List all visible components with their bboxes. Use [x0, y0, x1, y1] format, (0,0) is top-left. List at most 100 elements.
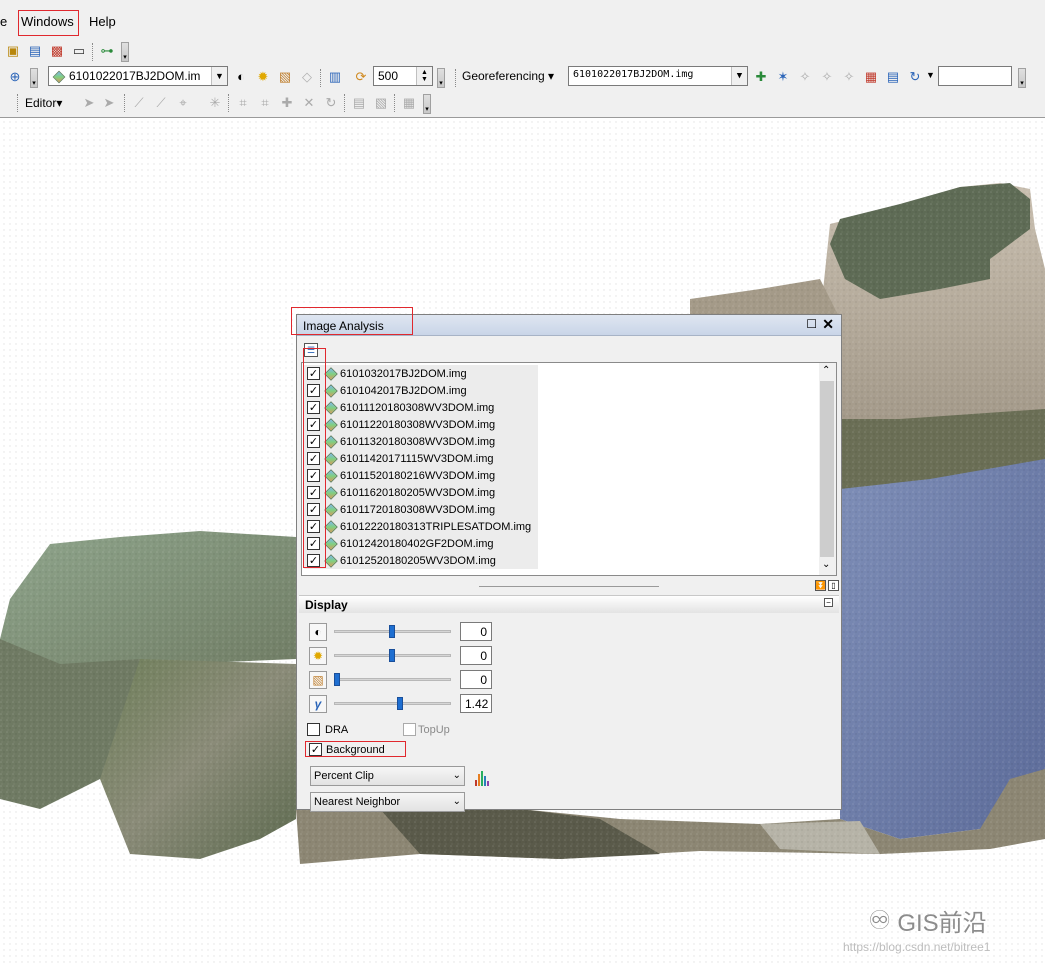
menu-help[interactable]: Help — [89, 14, 116, 29]
layer-list-item[interactable]: ✓ 6101032017BJ2DOM.img — [304, 365, 538, 382]
gamma-value[interactable]: 1.42 — [460, 694, 492, 713]
contrast-slider-thumb[interactable] — [389, 625, 395, 638]
raster-layer-icon — [324, 451, 338, 466]
watermark: ♾ GIS前沿 — [868, 903, 987, 938]
splitter[interactable] — [479, 586, 659, 587]
layer-list-item[interactable]: ✓ 6101042017BJ2DOM.img — [304, 382, 538, 399]
edit-vertices-icon[interactable]: ⌗ — [234, 93, 252, 111]
split-tool-icon[interactable]: ✕ — [300, 93, 318, 111]
spinner-icon[interactable]: ▲ ▼ — [416, 67, 432, 85]
vertical-scrollbar[interactable]: ⌃ ⌄ — [819, 363, 836, 575]
contrast-icon[interactable]: ◐ — [232, 67, 250, 85]
raster-layer-icon — [324, 434, 338, 449]
zoom-to-layer-icon[interactable]: ⊕ — [6, 67, 24, 85]
rotate-tool-icon[interactable]: ↻ — [322, 93, 340, 111]
rotate-dropdown-arrow[interactable]: ▼ — [926, 70, 935, 80]
toolbar-grip[interactable]: ▾ — [121, 42, 129, 62]
brightness-value[interactable]: 0 — [460, 646, 492, 665]
toolbar-grip[interactable]: ▾ — [1018, 68, 1026, 88]
delete-link-icon[interactable]: ✧ — [840, 67, 858, 85]
end-point-arc-icon[interactable]: ⟋ — [152, 93, 170, 111]
transparency-value[interactable]: 0 — [460, 670, 492, 689]
histogram-icon[interactable] — [472, 766, 492, 786]
cut-polygons-icon[interactable]: ✚ — [278, 93, 296, 111]
construction-tools-icon[interactable]: ⌖ — [174, 93, 192, 111]
transparency-icon[interactable]: ▧ — [276, 67, 294, 85]
layer-list-item[interactable]: ✓ 61011420171115WV3DOM.img — [304, 450, 538, 467]
gamma-slider-thumb[interactable] — [397, 697, 403, 710]
editor-menu[interactable]: Editor▾ — [25, 96, 62, 110]
display-section-header[interactable]: Display − — [299, 595, 839, 613]
sketch-properties-icon[interactable]: ▧ — [372, 93, 390, 111]
layer-list-item[interactable]: ✓ 61011120180308WV3DOM.img — [304, 399, 538, 416]
add-data-icon[interactable]: ▣ — [4, 41, 22, 59]
stretch-type-select[interactable]: Percent Clip ⌄ — [310, 766, 465, 786]
toolbar-grip[interactable]: ▾ — [30, 68, 38, 88]
transparency-slider-thumb[interactable] — [334, 673, 340, 686]
georeferencing-menu[interactable]: Georeferencing ▾ — [462, 69, 554, 83]
watermark-brand: GIS前沿 — [897, 910, 987, 937]
create-features-icon[interactable]: ▦ — [400, 93, 418, 111]
layer-dropdown[interactable]: 6101022017BJ2DOM.im ▼ — [48, 66, 228, 86]
edit-tool-icon[interactable]: ➤ — [80, 93, 98, 111]
gamma-slider[interactable] — [334, 702, 451, 705]
catalog-window-icon[interactable]: ▤ — [26, 41, 44, 59]
scroll-up-icon[interactable]: ⌃ — [822, 365, 830, 376]
attributes-icon[interactable]: ▤ — [350, 93, 368, 111]
effects-options-icon[interactable]: ▥ — [326, 67, 344, 85]
toolbar-grip[interactable]: ▾ — [437, 68, 445, 88]
model-builder-icon[interactable]: ⊶ — [98, 41, 116, 59]
viewer-icon[interactable]: ▦ — [862, 67, 880, 85]
python-window-icon[interactable]: ▭ — [70, 41, 88, 59]
swipe-icon[interactable]: ◇ — [298, 67, 316, 85]
layer-list-item[interactable]: ✓ 61012220180313TRIPLESATDOM.img — [304, 518, 538, 535]
contrast-value[interactable]: 0 — [460, 622, 492, 641]
layer-list-item[interactable]: ✓ 61011720180308WV3DOM.img — [304, 501, 538, 518]
transparency-slider[interactable] — [334, 678, 451, 681]
add-control-points-icon[interactable]: ✚ — [752, 67, 770, 85]
georef-layer-dropdown[interactable]: 6101022017BJ2DOM.img ▼ — [568, 66, 748, 86]
brightness-slider-thumb[interactable] — [389, 649, 395, 662]
annotation-tool-icon[interactable]: ➤ — [100, 93, 118, 111]
view-link-table-icon[interactable]: ▤ — [884, 67, 902, 85]
layer-list-item[interactable]: ✓ 61011620180205WV3DOM.img — [304, 484, 538, 501]
collapse-section-icon[interactable]: − — [824, 598, 833, 607]
panel-toggle-icon[interactable]: ▯ — [828, 580, 839, 591]
rotate-icon[interactable]: ↻ — [906, 67, 924, 85]
arctoolbox-icon[interactable]: ▩ — [48, 41, 66, 59]
scale-input[interactable]: 500 ▲ ▼ — [373, 66, 433, 86]
layer-list-item[interactable]: ✓ 61012420180402GF2DOM.img — [304, 535, 538, 552]
trace-icon[interactable]: ✳ — [206, 93, 224, 111]
collapse-all-icon[interactable]: ⏬ — [815, 580, 826, 591]
toolbar-separator — [228, 94, 229, 112]
select-link-icon[interactable]: ✧ — [796, 67, 814, 85]
raster-layer-icon — [324, 536, 338, 551]
chevron-down-icon[interactable]: ⌄ — [453, 796, 461, 807]
scale-icon[interactable]: ⟳ — [352, 67, 370, 85]
straight-segment-icon[interactable]: ⟋ — [130, 93, 148, 111]
chevron-down-icon[interactable]: ⌄ — [453, 770, 461, 781]
scroll-down-icon[interactable]: ⌄ — [822, 559, 830, 570]
raster-layer-icon — [324, 502, 338, 517]
layer-list-item[interactable]: ✓ 61011520180216WV3DOM.img — [304, 467, 538, 484]
dra-checkbox[interactable] — [307, 723, 320, 736]
rotation-input[interactable] — [938, 66, 1012, 86]
chevron-down-icon[interactable]: ▼ — [731, 67, 747, 85]
topup-checkbox[interactable] — [403, 723, 416, 736]
reshape-feature-icon[interactable]: ⌗ — [256, 93, 274, 111]
brightness-icon[interactable]: ✹ — [254, 67, 272, 85]
maximize-icon[interactable]: ☐ — [806, 317, 817, 331]
chevron-down-icon[interactable]: ▼ — [211, 67, 227, 85]
close-icon[interactable]: ✕ — [822, 316, 834, 333]
layer-list-item[interactable]: ✓ 61011320180308WV3DOM.img — [304, 433, 538, 450]
menu-file-partial[interactable]: e — [0, 14, 7, 29]
layer-list-item[interactable]: ✓ 61012520180205WV3DOM.img — [304, 552, 538, 569]
layer-list-item[interactable]: ✓ 61011220180308WV3DOM.img — [304, 416, 538, 433]
zoom-to-selected-link-icon[interactable]: ✧ — [818, 67, 836, 85]
toolbar-separator — [320, 69, 321, 87]
resampling-select[interactable]: Nearest Neighbor ⌄ — [310, 792, 465, 812]
toolbar-grip[interactable]: ▾ — [423, 94, 431, 114]
scrollbar-thumb[interactable] — [820, 381, 834, 557]
auto-registration-icon[interactable]: ✶ — [774, 67, 792, 85]
raster-layer-icon — [324, 553, 338, 568]
